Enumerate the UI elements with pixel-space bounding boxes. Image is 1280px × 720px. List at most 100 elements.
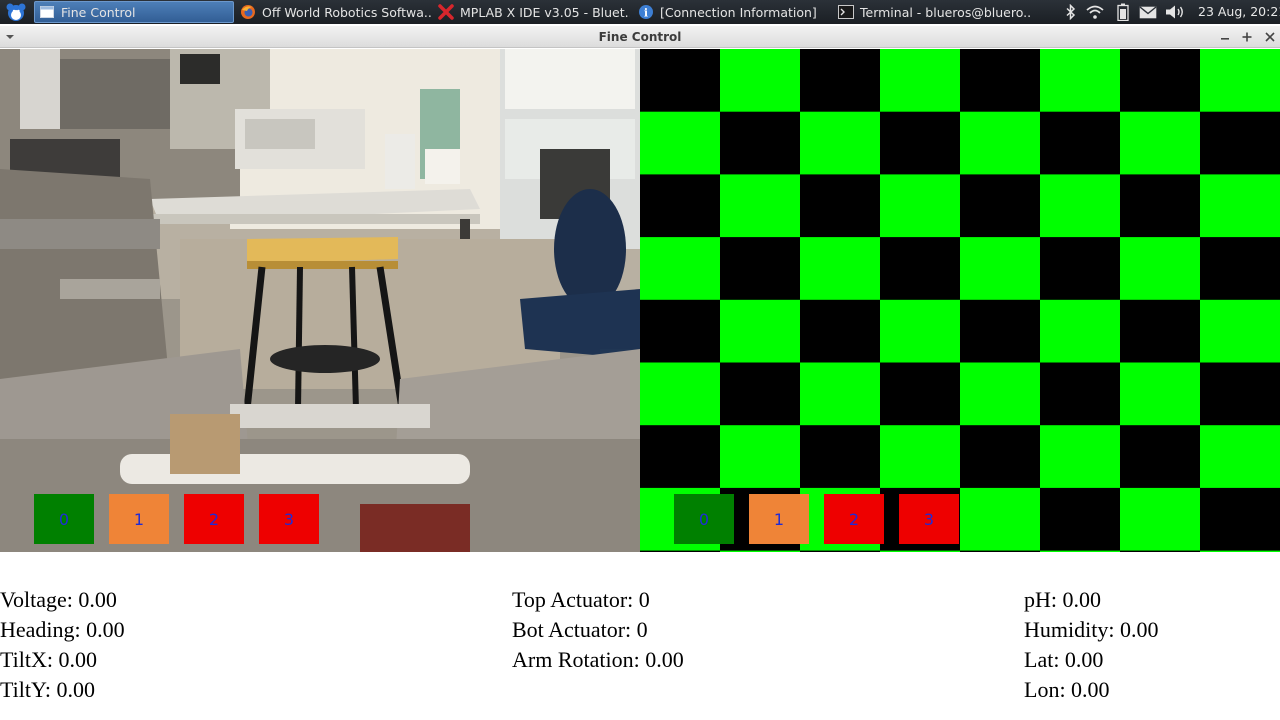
checker-square [800, 362, 881, 426]
close-icon [1265, 32, 1275, 42]
checker-square [1040, 550, 1121, 552]
checker-square [1200, 362, 1280, 426]
top-actuator-readout: Top Actuator: 0 [512, 587, 650, 612]
camera-select-button-2[interactable]: 2 [184, 494, 244, 544]
checker-square [640, 237, 721, 301]
wifi-icon[interactable] [1086, 3, 1104, 21]
humidity-readout: Humidity: 0.00 [1024, 617, 1159, 642]
checker-square [960, 362, 1041, 426]
task-connection-info[interactable]: i [Connection Information] [634, 1, 830, 23]
window-titlebar[interactable]: Fine Control [0, 26, 1280, 48]
checker-square [800, 425, 881, 489]
camera-select-button-3[interactable]: 3 [259, 494, 319, 544]
window-icon [39, 4, 55, 20]
mouse-logo-icon [6, 3, 26, 21]
camera-feed-right: 0 1 2 3 [640, 49, 1280, 552]
task-label: [Connection Information] [660, 4, 817, 20]
terminal-icon [838, 4, 854, 20]
checker-square [1040, 237, 1121, 301]
button-label: 1 [773, 509, 785, 529]
system-taskbar: Fine Control Off World Robotics Softwa..… [0, 0, 1280, 24]
mplab-icon [438, 4, 454, 20]
checker-square [960, 237, 1041, 301]
camera-select-button-3[interactable]: 3 [899, 494, 959, 544]
checkerboard-test-pattern [640, 49, 1280, 552]
checker-square [640, 49, 721, 113]
checker-square [640, 299, 721, 363]
voltage-readout: Voltage: 0.00 [0, 587, 117, 612]
checker-square [1120, 362, 1201, 426]
task-fine-control[interactable]: Fine Control [34, 1, 234, 23]
checker-square [1040, 49, 1121, 113]
checker-square [720, 299, 801, 363]
checker-square [720, 425, 801, 489]
app-menu-button[interactable] [2, 1, 30, 23]
checker-square [1120, 425, 1201, 489]
bluetooth-icon[interactable] [1062, 3, 1080, 21]
battery-icon[interactable] [1114, 3, 1132, 21]
checker-square [1200, 487, 1280, 552]
camera-select-button-1[interactable]: 1 [109, 494, 169, 544]
button-label: 2 [848, 509, 860, 529]
checker-square [800, 299, 881, 363]
checker-square [960, 550, 1041, 552]
checker-square [1200, 174, 1280, 238]
camera-select-button-2[interactable]: 2 [824, 494, 884, 544]
camera-select-button-0[interactable]: 0 [34, 494, 94, 544]
button-label: 2 [208, 509, 220, 529]
checker-square [720, 111, 801, 175]
tilty-readout: TiltY: 0.00 [0, 677, 95, 702]
volume-icon[interactable] [1164, 3, 1186, 21]
checker-square [720, 550, 801, 552]
checker-square [800, 237, 881, 301]
checker-square [640, 550, 721, 552]
checker-square [1120, 111, 1201, 175]
checker-square [1120, 174, 1201, 238]
button-label: 0 [698, 509, 710, 529]
checker-square [880, 550, 961, 552]
minimize-icon [1221, 38, 1229, 40]
window-title: Fine Control [598, 30, 682, 44]
checker-square [800, 111, 881, 175]
checker-square [1040, 425, 1121, 489]
checker-square [800, 550, 881, 552]
task-mplab[interactable]: MPLAB X IDE v3.05 - Bluet... [434, 1, 630, 23]
lat-readout: Lat: 0.00 [1024, 647, 1104, 672]
checker-square [1040, 362, 1121, 426]
clock[interactable]: 23 Aug, 20:21 [1198, 4, 1280, 19]
checker-square [880, 362, 961, 426]
task-terminal[interactable]: Terminal - blueros@bluero... [834, 1, 1032, 23]
checker-square [880, 111, 961, 175]
camera-select-button-1[interactable]: 1 [749, 494, 809, 544]
button-label: 3 [283, 509, 295, 529]
maximize-icon [1242, 32, 1252, 42]
minimize-button[interactable] [1216, 28, 1234, 46]
checker-square [880, 425, 961, 489]
checker-square [720, 49, 801, 113]
checker-square [1200, 49, 1280, 113]
lab-camera-image [0, 49, 640, 552]
task-firefox[interactable]: Off World Robotics Softwa... [236, 1, 432, 23]
checker-square [1120, 299, 1201, 363]
checker-square [960, 174, 1041, 238]
checker-square [1040, 487, 1121, 552]
maximize-button[interactable] [1238, 28, 1256, 46]
checker-square [720, 237, 801, 301]
svg-text:i: i [644, 7, 648, 20]
checker-square [960, 299, 1041, 363]
camera-select-button-0[interactable]: 0 [674, 494, 734, 544]
button-label: 3 [923, 509, 935, 529]
checker-square [1200, 111, 1280, 175]
mail-icon[interactable] [1138, 3, 1158, 21]
tiltx-readout: TiltX: 0.00 [0, 647, 98, 672]
button-label: 0 [58, 509, 70, 529]
task-label: Off World Robotics Softwa... [262, 4, 432, 20]
telemetry-column-power: Voltage: 0.00 Heading: 0.00 TiltX: 0.00 … [0, 585, 125, 705]
close-button[interactable] [1261, 28, 1279, 46]
task-label: MPLAB X IDE v3.05 - Bluet... [460, 4, 630, 20]
checker-square [960, 49, 1041, 113]
button-label: 1 [133, 509, 145, 529]
firefox-icon [240, 4, 256, 20]
lon-readout: Lon: 0.00 [1024, 677, 1110, 702]
checker-square [1200, 299, 1280, 363]
